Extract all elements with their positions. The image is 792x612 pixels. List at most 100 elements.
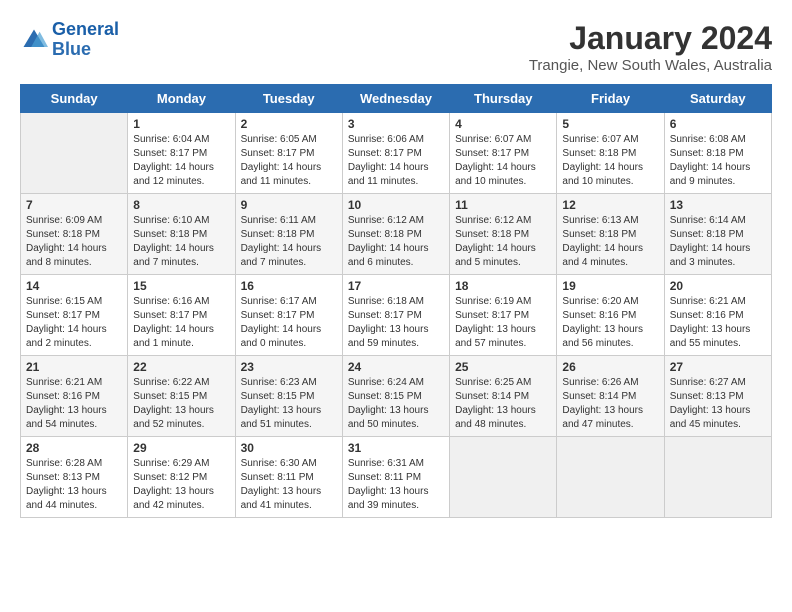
day-cell: 15 Sunrise: 6:16 AM Sunset: 8:17 PM Dayli… (128, 275, 235, 356)
day-number: 20 (670, 279, 766, 293)
day-info: Sunrise: 6:13 AM Sunset: 8:18 PM Dayligh… (562, 214, 658, 270)
month-title: January 2024 (529, 20, 772, 57)
day-info: Sunrise: 6:22 AM Sunset: 8:15 PM Dayligh… (133, 376, 229, 432)
logo-text: General Blue (52, 20, 119, 60)
day-cell: 30Sunrise: 6:30 AM Sunset: 8:11 PM Dayli… (235, 437, 342, 518)
day-cell: 27 Sunrise: 6:27 AM Sunset: 8:13 PM Dayli… (664, 356, 771, 437)
day-info: Sunrise: 6:30 AM Sunset: 8:11 PM Dayligh… (241, 457, 337, 513)
day-number: 29 (133, 441, 229, 455)
day-number: 17 (348, 279, 444, 293)
day-cell: 4 Sunrise: 6:07 AM Sunset: 8:17 PM Daylig… (450, 113, 557, 194)
day-cell: 11 Sunrise: 6:12 AM Sunset: 8:18 PM Dayli… (450, 194, 557, 275)
day-info: Sunrise: 6:10 AM Sunset: 8:18 PM Dayligh… (133, 214, 229, 270)
day-cell: 3 Sunrise: 6:06 AM Sunset: 8:17 PM Daylig… (342, 113, 449, 194)
day-info: Sunrise: 6:17 AM Sunset: 8:17 PM Dayligh… (241, 295, 337, 351)
week-row-2: 7Sunrise: 6:09 AM Sunset: 8:18 PM Daylig… (21, 194, 772, 275)
day-cell: 18Sunrise: 6:19 AM Sunset: 8:17 PM Dayli… (450, 275, 557, 356)
weekday-header-wednesday: Wednesday (342, 85, 449, 113)
day-cell: 19 Sunrise: 6:20 AM Sunset: 8:16 PM Dayli… (557, 275, 664, 356)
day-number: 2 (241, 117, 337, 131)
day-cell: 2Sunrise: 6:05 AM Sunset: 8:17 PM Daylig… (235, 113, 342, 194)
weekday-header-tuesday: Tuesday (235, 85, 342, 113)
day-number: 6 (670, 117, 766, 131)
day-number: 1 (133, 117, 229, 131)
calendar-table: SundayMondayTuesdayWednesdayThursdayFrid… (20, 84, 772, 518)
week-row-1: 1 Sunrise: 6:04 AM Sunset: 8:17 PM Daylig… (21, 113, 772, 194)
day-number: 26 (562, 360, 658, 374)
day-cell: 13 Sunrise: 6:14 AM Sunset: 8:18 PM Dayli… (664, 194, 771, 275)
day-cell: 17 Sunrise: 6:18 AM Sunset: 8:17 PM Dayli… (342, 275, 449, 356)
day-number: 31 (348, 441, 444, 455)
weekday-header-monday: Monday (128, 85, 235, 113)
day-number: 8 (133, 198, 229, 212)
day-info: Sunrise: 6:04 AM Sunset: 8:17 PM Dayligh… (133, 133, 229, 189)
day-number: 14 (26, 279, 122, 293)
day-info: Sunrise: 6:08 AM Sunset: 8:18 PM Dayligh… (670, 133, 766, 189)
logo: General Blue (20, 20, 119, 60)
day-number: 11 (455, 198, 551, 212)
day-cell (21, 113, 128, 194)
day-info: Sunrise: 6:12 AM Sunset: 8:18 PM Dayligh… (348, 214, 444, 270)
day-info: Sunrise: 6:11 AM Sunset: 8:18 PM Dayligh… (241, 214, 337, 270)
weekday-header-row: SundayMondayTuesdayWednesdayThursdayFrid… (21, 85, 772, 113)
day-info: Sunrise: 6:16 AM Sunset: 8:17 PM Dayligh… (133, 295, 229, 351)
day-number: 5 (562, 117, 658, 131)
day-cell: 29Sunrise: 6:29 AM Sunset: 8:12 PM Dayli… (128, 437, 235, 518)
logo-icon (20, 26, 48, 54)
day-cell: 8 Sunrise: 6:10 AM Sunset: 8:18 PM Daylig… (128, 194, 235, 275)
day-cell: 21Sunrise: 6:21 AM Sunset: 8:16 PM Dayli… (21, 356, 128, 437)
day-info: Sunrise: 6:25 AM Sunset: 8:14 PM Dayligh… (455, 376, 551, 432)
day-info: Sunrise: 6:27 AM Sunset: 8:13 PM Dayligh… (670, 376, 766, 432)
day-cell: 5 Sunrise: 6:07 AM Sunset: 8:18 PM Daylig… (557, 113, 664, 194)
day-info: Sunrise: 6:31 AM Sunset: 8:11 PM Dayligh… (348, 457, 444, 513)
day-cell (450, 437, 557, 518)
day-info: Sunrise: 6:18 AM Sunset: 8:17 PM Dayligh… (348, 295, 444, 351)
day-info: Sunrise: 6:15 AM Sunset: 8:17 PM Dayligh… (26, 295, 122, 351)
day-number: 10 (348, 198, 444, 212)
day-info: Sunrise: 6:09 AM Sunset: 8:18 PM Dayligh… (26, 214, 122, 270)
day-number: 9 (241, 198, 337, 212)
day-info: Sunrise: 6:24 AM Sunset: 8:15 PM Dayligh… (348, 376, 444, 432)
day-info: Sunrise: 6:19 AM Sunset: 8:17 PM Dayligh… (455, 295, 551, 351)
day-number: 27 (670, 360, 766, 374)
weekday-header-friday: Friday (557, 85, 664, 113)
day-info: Sunrise: 6:21 AM Sunset: 8:16 PM Dayligh… (670, 295, 766, 351)
day-info: Sunrise: 6:28 AM Sunset: 8:13 PM Dayligh… (26, 457, 122, 513)
day-info: Sunrise: 6:07 AM Sunset: 8:17 PM Dayligh… (455, 133, 551, 189)
week-row-5: 28 Sunrise: 6:28 AM Sunset: 8:13 PM Dayli… (21, 437, 772, 518)
day-info: Sunrise: 6:26 AM Sunset: 8:14 PM Dayligh… (562, 376, 658, 432)
day-cell: 1 Sunrise: 6:04 AM Sunset: 8:17 PM Daylig… (128, 113, 235, 194)
day-info: Sunrise: 6:12 AM Sunset: 8:18 PM Dayligh… (455, 214, 551, 270)
day-number: 13 (670, 198, 766, 212)
logo-line1: General (52, 19, 119, 39)
weekday-header-saturday: Saturday (664, 85, 771, 113)
day-cell: 14 Sunrise: 6:15 AM Sunset: 8:17 PM Dayli… (21, 275, 128, 356)
day-cell: 9 Sunrise: 6:11 AM Sunset: 8:18 PM Daylig… (235, 194, 342, 275)
day-number: 15 (133, 279, 229, 293)
day-info: Sunrise: 6:20 AM Sunset: 8:16 PM Dayligh… (562, 295, 658, 351)
day-info: Sunrise: 6:14 AM Sunset: 8:18 PM Dayligh… (670, 214, 766, 270)
day-cell: 20 Sunrise: 6:21 AM Sunset: 8:16 PM Dayli… (664, 275, 771, 356)
day-cell: 16 Sunrise: 6:17 AM Sunset: 8:17 PM Dayli… (235, 275, 342, 356)
day-number: 16 (241, 279, 337, 293)
day-number: 3 (348, 117, 444, 131)
day-info: Sunrise: 6:07 AM Sunset: 8:18 PM Dayligh… (562, 133, 658, 189)
page-header: General Blue January 2024 Trangie, New S… (20, 20, 772, 74)
day-number: 28 (26, 441, 122, 455)
day-number: 19 (562, 279, 658, 293)
week-row-4: 21Sunrise: 6:21 AM Sunset: 8:16 PM Dayli… (21, 356, 772, 437)
day-cell: 28 Sunrise: 6:28 AM Sunset: 8:13 PM Dayli… (21, 437, 128, 518)
day-cell: 26 Sunrise: 6:26 AM Sunset: 8:14 PM Dayli… (557, 356, 664, 437)
title-block: January 2024 Trangie, New South Wales, A… (529, 20, 772, 74)
day-number: 23 (241, 360, 337, 374)
day-info: Sunrise: 6:06 AM Sunset: 8:17 PM Dayligh… (348, 133, 444, 189)
day-number: 12 (562, 198, 658, 212)
day-cell: 12 Sunrise: 6:13 AM Sunset: 8:18 PM Dayli… (557, 194, 664, 275)
day-number: 24 (348, 360, 444, 374)
day-cell: 25Sunrise: 6:25 AM Sunset: 8:14 PM Dayli… (450, 356, 557, 437)
day-cell: 31 Sunrise: 6:31 AM Sunset: 8:11 PM Dayli… (342, 437, 449, 518)
day-cell: 24 Sunrise: 6:24 AM Sunset: 8:15 PM Dayli… (342, 356, 449, 437)
day-number: 4 (455, 117, 551, 131)
day-cell: 23Sunrise: 6:23 AM Sunset: 8:15 PM Dayli… (235, 356, 342, 437)
week-row-3: 14 Sunrise: 6:15 AM Sunset: 8:17 PM Dayli… (21, 275, 772, 356)
